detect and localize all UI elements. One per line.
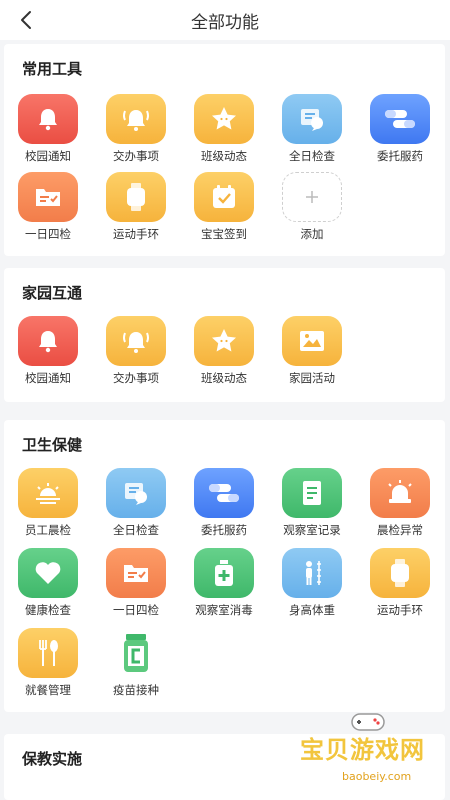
heart-icon	[18, 548, 78, 598]
item-label: 校园通知	[25, 371, 71, 385]
bell-ring-icon	[106, 316, 166, 366]
disinfect-icon	[194, 548, 254, 598]
smartwatch-icon	[370, 548, 430, 598]
bell-icon	[18, 94, 78, 144]
item-label: 观察室消毒	[195, 603, 253, 617]
item-campus-notice[interactable]: 校园通知	[4, 316, 92, 386]
item-label: 添加	[300, 227, 324, 241]
watermark-text: 宝贝游戏网	[300, 736, 425, 764]
item-observation-record[interactable]: 观察室记录	[268, 468, 356, 538]
item-four-checks[interactable]: 一日四检	[4, 172, 92, 242]
item-observation-disinfect[interactable]: 观察室消毒	[180, 548, 268, 618]
item-health-check[interactable]: 健康检查	[4, 548, 92, 618]
height-scale-icon	[282, 548, 342, 598]
item-sports-band[interactable]: 运动手环	[356, 548, 444, 618]
sunrise-icon	[18, 468, 78, 518]
item-label: 交办事项	[113, 371, 159, 385]
item-assigned-tasks[interactable]: 交办事项	[92, 94, 180, 164]
image-icon	[282, 316, 342, 366]
watermark-url: baobeiy.com	[342, 770, 412, 783]
item-daily-check[interactable]: 全日检查	[92, 468, 180, 538]
item-label: 班级动态	[201, 371, 247, 385]
top-bar: 全部功能	[0, 0, 450, 40]
section-title: 家园互通	[22, 284, 83, 302]
section-common-tools: 常用工具 校园通知 交办事项 班级动态 全日检查 委托服药 一日四检 运动手环 …	[4, 44, 445, 256]
item-label: 全日检查	[289, 149, 335, 163]
item-label: 就餐管理	[25, 683, 71, 697]
item-label: 委托服药	[377, 149, 423, 163]
bell-icon	[18, 316, 78, 366]
chat-card-icon	[106, 468, 166, 518]
watermark-logo: 宝贝游戏网 baobeiy.com	[294, 712, 444, 792]
item-label: 观察室记录	[283, 523, 341, 537]
item-label: 员工晨检	[25, 523, 71, 537]
item-label: 校园通知	[25, 149, 71, 163]
section-health-care: 卫生保健 员工晨检 全日检查 委托服药 观察室记录 晨检异常 健康检查 一日四检…	[4, 420, 445, 712]
page-title: 全部功能	[191, 12, 259, 33]
item-class-news[interactable]: 班级动态	[180, 316, 268, 386]
smartwatch-icon	[106, 172, 166, 222]
item-label: 运动手环	[113, 227, 159, 241]
fork-spoon-icon	[18, 628, 78, 678]
item-label: 委托服药	[201, 523, 247, 537]
chevron-left-icon	[21, 11, 31, 29]
item-label: 疫苗接种	[113, 683, 159, 697]
item-label: 运动手环	[377, 603, 423, 617]
section-title: 常用工具	[22, 60, 83, 78]
section-title: 卫生保健	[22, 436, 83, 454]
item-label: 一日四检	[113, 603, 159, 617]
item-sports-band[interactable]: 运动手环	[92, 172, 180, 242]
item-label: 家园活动	[289, 371, 335, 385]
item-meal-management[interactable]: 就餐管理	[4, 628, 92, 698]
item-assigned-tasks[interactable]: 交办事项	[92, 316, 180, 386]
item-daily-check[interactable]: 全日检查	[268, 94, 356, 164]
item-entrusted-medicine[interactable]: 委托服药	[180, 468, 268, 538]
pill-icon	[194, 468, 254, 518]
item-label: 全日检查	[113, 523, 159, 537]
item-height-weight[interactable]: 身高体重	[268, 548, 356, 618]
item-add[interactable]: 添加	[268, 172, 356, 242]
section-home-school: 家园互通 校园通知 交办事项 班级动态 家园活动	[4, 268, 445, 402]
item-vaccination[interactable]: 疫苗接种	[92, 628, 180, 698]
document-icon	[282, 468, 342, 518]
item-staff-morning-check[interactable]: 员工晨检	[4, 468, 92, 538]
section-title: 保教实施	[22, 750, 83, 768]
item-baby-signin[interactable]: 宝宝签到	[180, 172, 268, 242]
item-home-activity[interactable]: 家园活动	[268, 316, 356, 386]
alarm-light-icon	[370, 468, 430, 518]
item-label: 一日四检	[25, 227, 71, 241]
item-morning-abnormal[interactable]: 晨检异常	[356, 468, 444, 538]
bell-ring-icon	[106, 94, 166, 144]
folder-check-icon	[106, 548, 166, 598]
item-label: 班级动态	[201, 149, 247, 163]
plus-icon	[282, 172, 342, 222]
pill-icon	[370, 94, 430, 144]
vaccine-icon	[106, 628, 166, 678]
item-entrusted-medicine[interactable]: 委托服药	[356, 94, 444, 164]
item-four-checks[interactable]: 一日四检	[92, 548, 180, 618]
item-campus-notice[interactable]: 校园通知	[4, 94, 92, 164]
star-icon	[194, 316, 254, 366]
item-label: 身高体重	[289, 603, 335, 617]
item-label: 健康检查	[25, 603, 71, 617]
back-button[interactable]	[14, 8, 38, 32]
calendar-check-icon	[194, 172, 254, 222]
item-label: 晨检异常	[377, 523, 423, 537]
star-icon	[194, 94, 254, 144]
chat-card-icon	[282, 94, 342, 144]
item-label: 交办事项	[113, 149, 159, 163]
item-label: 宝宝签到	[201, 227, 247, 241]
folder-check-icon	[18, 172, 78, 222]
item-class-news[interactable]: 班级动态	[180, 94, 268, 164]
